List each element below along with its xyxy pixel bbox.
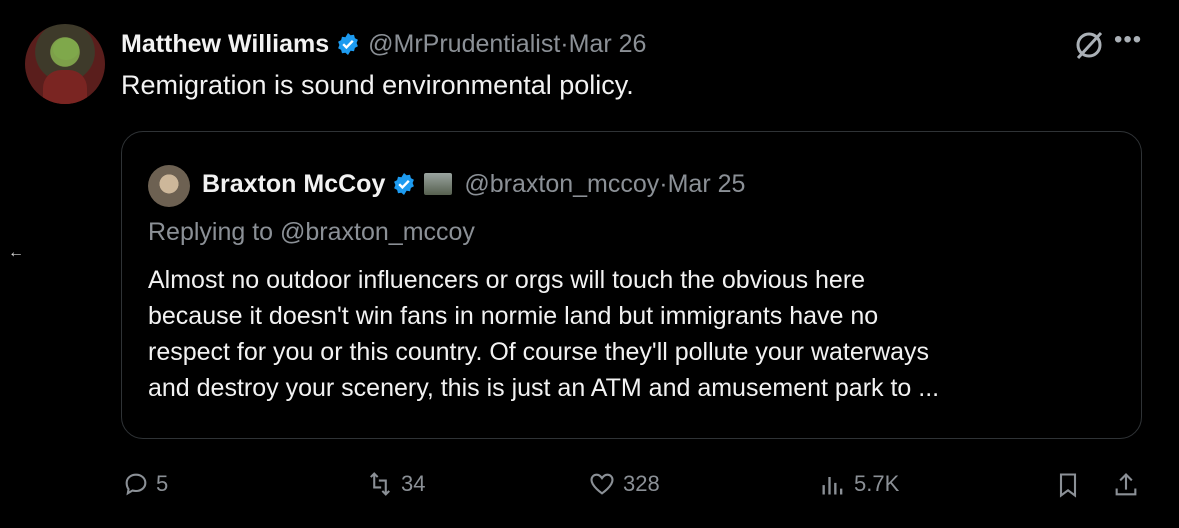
repost-count: 34	[401, 471, 426, 496]
like-count: 328	[623, 471, 660, 496]
views-button[interactable]: 5.7K	[818, 470, 899, 498]
like-icon	[590, 473, 614, 495]
quoted-tweet[interactable]: Braxton McCoy @braxton_mccoy · Mar 25 Re…	[121, 131, 1142, 439]
verified-icon	[392, 172, 416, 196]
author-handle[interactable]: @MrPrudentialist	[368, 30, 560, 59]
avatar-head	[53, 38, 79, 60]
quoted-header: Braxton McCoy @braxton_mccoy · Mar 25	[202, 166, 745, 202]
quoted-handle[interactable]: @braxton_mccoy	[464, 170, 659, 199]
separator-dot: ·	[659, 169, 668, 198]
affiliate-badge-icon	[424, 173, 453, 195]
quoted-date[interactable]: Mar 25	[668, 170, 746, 199]
grok-icon[interactable]	[1072, 28, 1106, 62]
bookmark-button[interactable]	[1054, 470, 1088, 500]
tweet-text: Remigration is sound environmental polic…	[121, 70, 634, 100]
avatar-coat	[43, 70, 87, 104]
reply-count: 5	[156, 471, 169, 496]
more-icon[interactable]: •••	[1114, 26, 1142, 54]
author-name[interactable]: Matthew Williams	[121, 30, 329, 59]
verified-icon	[336, 32, 360, 56]
views-icon	[822, 477, 843, 495]
share-icon	[1115, 473, 1137, 496]
quoted-author-name[interactable]: Braxton McCoy	[202, 170, 385, 199]
quoted-avatar[interactable]	[148, 165, 190, 207]
action-bar: 5 34 328 5.7K	[0, 470, 1179, 506]
back-arrow-icon[interactable]: ←	[8, 244, 24, 262]
quoted-text: Almost no outdoor influencers or orgs wi…	[148, 266, 940, 402]
bookmark-icon	[1059, 473, 1077, 498]
tweet-date[interactable]: Mar 26	[569, 30, 647, 59]
avatar[interactable]	[25, 24, 105, 104]
share-button[interactable]	[1112, 470, 1146, 500]
tweet-header: Matthew Williams @MrPrudentialist · Mar …	[121, 28, 646, 60]
repost-button[interactable]: 34	[365, 470, 425, 498]
repost-icon	[370, 472, 390, 496]
reply-button[interactable]: 5	[122, 470, 168, 498]
reply-icon	[125, 473, 147, 496]
replying-to[interactable]: Replying to @braxton_mccoy	[148, 218, 475, 247]
separator-dot: ·	[560, 29, 569, 58]
views-count: 5.7K	[854, 471, 900, 496]
like-button[interactable]: 328	[587, 470, 660, 498]
